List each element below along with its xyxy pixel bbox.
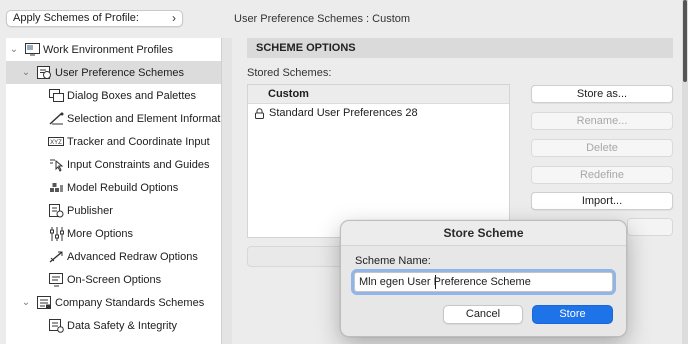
tree-item-label: On-Screen Options	[67, 273, 162, 286]
text-caret	[435, 275, 436, 289]
tree-item-input-constraints[interactable]: Input Constraints and Guides	[6, 153, 221, 176]
lock-icon	[255, 107, 265, 119]
section-header: SCHEME OPTIONS	[247, 38, 673, 58]
tree-item-work-environment-profiles[interactable]: ⌄ Work Environment Profiles	[6, 38, 221, 61]
profiles-icon	[24, 42, 40, 57]
tree-item-more-options[interactable]: More Options	[6, 222, 221, 245]
tree-item-data-safety[interactable]: Data Safety & Integrity	[6, 314, 221, 337]
tree-item-label: Tracker and Coordinate Input	[67, 135, 210, 148]
user-preferences-icon	[36, 65, 52, 80]
panel-splitter[interactable]	[222, 38, 232, 344]
scheme-name-label: Scheme Name:	[355, 255, 431, 267]
apply-schemes-label: Apply Schemes of Profile:	[13, 12, 139, 24]
cancel-button[interactable]: Cancel	[443, 305, 523, 324]
tree-item-label: Advanced Redraw Options	[67, 250, 198, 263]
list-item[interactable]: Standard User Preferences 28	[248, 104, 509, 122]
tree-item-on-screen-options[interactable]: On-Screen Options	[6, 268, 221, 291]
publisher-icon	[48, 203, 64, 218]
store-scheme-dialog: Store Scheme Scheme Name: Cancel Store	[340, 220, 627, 337]
tree-item-label: Dialog Boxes and Palettes	[67, 89, 197, 102]
tree-item-label: Company Standards Schemes	[55, 296, 205, 309]
tree-item-label: Work Environment Profiles	[43, 43, 174, 56]
import-button[interactable]: Import...	[531, 192, 673, 210]
svg-text:XYZ: XYZ	[50, 140, 62, 146]
scheme-name-input[interactable]	[354, 272, 613, 292]
apply-schemes-popup[interactable]: Apply Schemes of Profile: ›	[6, 10, 183, 27]
tree-item-label: Selection and Element Informatic	[67, 112, 221, 125]
list-group-header: Custom	[248, 85, 509, 104]
bottom-control-partial[interactable]	[247, 246, 349, 267]
scrollbar-thumb[interactable]	[683, 0, 687, 82]
dialog-boxes-icon	[48, 88, 64, 103]
profiles-tree: ⌄ Work Environment Profiles ⌄ User Prefe…	[6, 38, 222, 344]
input-constraints-icon	[48, 157, 64, 172]
model-rebuild-icon	[48, 180, 64, 195]
tree-item-label: Model Rebuild Options	[67, 181, 179, 194]
data-safety-icon	[48, 318, 64, 333]
disclosure-expanded-icon[interactable]: ⌄	[20, 297, 32, 308]
redefine-button[interactable]: Redefine	[531, 166, 673, 184]
stored-schemes-label: Stored Schemes:	[247, 67, 332, 79]
dialog-title: Store Scheme	[341, 221, 626, 246]
store-button[interactable]: Store	[532, 305, 613, 324]
tree-item-label: Input Constraints and Guides	[67, 158, 210, 171]
delete-button[interactable]: Delete	[531, 139, 673, 157]
breadcrumb: User Preference Schemes : Custom	[234, 13, 411, 25]
disclosure-expanded-icon[interactable]: ⌄	[20, 67, 32, 78]
tree-item-label: User Preference Schemes	[55, 66, 184, 79]
tree-item-user-preference-schemes[interactable]: ⌄ User Preference Schemes	[6, 61, 221, 84]
selection-info-icon	[48, 111, 64, 126]
store-as-button[interactable]: Store as...	[531, 85, 673, 103]
tree-item-company-standards[interactable]: ⌄ Company Standards Schemes	[6, 291, 221, 314]
tree-item-publisher[interactable]: Publisher	[6, 199, 221, 222]
tree-item-label: Publisher	[67, 204, 113, 217]
tree-item-dialog-boxes[interactable]: Dialog Boxes and Palettes	[6, 84, 221, 107]
stored-schemes-list[interactable]: Custom Standard User Preferences 28	[247, 84, 510, 238]
tree-item-tracker[interactable]: XYZ Tracker and Coordinate Input	[6, 130, 221, 153]
tree-item-label: Data Safety & Integrity	[67, 319, 178, 332]
dialog-body: Scheme Name: Cancel Store	[341, 246, 626, 336]
rename-button[interactable]: Rename...	[531, 112, 673, 130]
tree-item-selection-info[interactable]: Selection and Element Informatic	[6, 107, 221, 130]
advanced-redraw-icon	[48, 249, 64, 264]
disclosure-expanded-icon[interactable]: ⌄	[8, 44, 20, 55]
on-screen-options-icon	[48, 272, 64, 287]
list-item-label: Standard User Preferences 28	[269, 107, 418, 119]
company-standards-icon	[36, 295, 52, 310]
tracker-xyz-icon: XYZ	[48, 134, 64, 149]
tree-item-label: More Options	[67, 227, 134, 240]
chevron-right-icon: ›	[172, 11, 176, 25]
export-button-partial[interactable]	[627, 218, 673, 236]
tree-item-model-rebuild[interactable]: Model Rebuild Options	[6, 176, 221, 199]
more-options-icon	[48, 226, 64, 241]
tree-item-advanced-redraw[interactable]: Advanced Redraw Options	[6, 245, 221, 268]
